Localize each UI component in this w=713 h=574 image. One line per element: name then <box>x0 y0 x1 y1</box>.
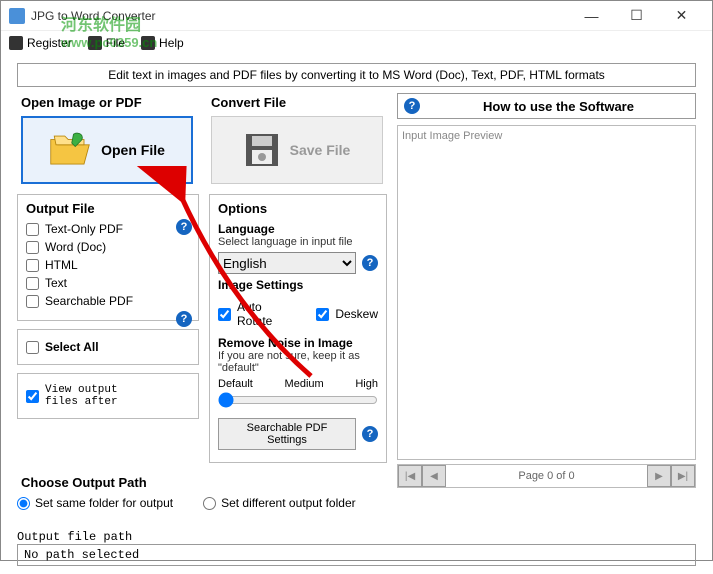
chk-text[interactable]: Text <box>26 276 190 290</box>
language-sub: Select language in input file <box>218 236 378 248</box>
slider-low: Default <box>218 378 253 390</box>
output-file-group: Output File ? Text-Only PDF Word (Doc) H… <box>17 194 199 321</box>
page-first-button[interactable]: |◀ <box>398 465 422 487</box>
view-after-group: View output files after <box>17 373 199 419</box>
open-file-button[interactable]: Open File <box>21 116 193 184</box>
slider-mid: Medium <box>285 378 324 390</box>
save-file-button[interactable]: Save File <box>211 116 383 184</box>
menu-file[interactable]: File <box>88 36 125 50</box>
slider-high: High <box>355 378 378 390</box>
language-label: Language <box>218 222 378 236</box>
options-title: Options <box>214 199 378 218</box>
chk-deskew[interactable]: Deskew <box>316 300 378 328</box>
page-next-button[interactable]: ▶ <box>647 465 671 487</box>
help-howto-icon: ? <box>404 98 420 114</box>
chk-view-after[interactable]: View output files after <box>26 384 190 408</box>
howto-button[interactable]: ? How to use the Software <box>397 93 696 119</box>
info-banner: Edit text in images and PDF files by con… <box>17 63 696 87</box>
help-searchable-icon[interactable]: ? <box>176 311 192 327</box>
radio-same-folder[interactable]: Set same folder for output <box>17 496 173 510</box>
select-all-group: Select All <box>17 329 199 365</box>
close-button[interactable]: ✕ <box>659 2 704 30</box>
page-indicator: Page 0 of 0 <box>446 470 647 482</box>
minimize-button[interactable]: — <box>569 2 614 30</box>
help-icon <box>141 36 155 50</box>
help-searchable-settings-icon[interactable]: ? <box>362 426 378 442</box>
chk-auto-rotate[interactable]: Auto Rotate <box>218 300 298 328</box>
preview-panel: Input Image Preview <box>397 125 696 460</box>
remove-noise-label: Remove Noise in Image <box>218 336 378 350</box>
searchable-pdf-settings-button[interactable]: Searchable PDF Settings <box>218 418 356 450</box>
app-icon <box>9 8 25 24</box>
page-last-button[interactable]: ▶| <box>671 465 695 487</box>
chk-select-all[interactable]: Select All <box>26 340 190 354</box>
open-image-title: Open Image or PDF <box>17 93 197 112</box>
output-path-value: No path selected <box>17 544 696 566</box>
menu-help[interactable]: Help <box>141 36 184 50</box>
register-icon <box>9 36 23 50</box>
window-title: JPG to Word Converter <box>31 9 569 23</box>
page-prev-button[interactable]: ◀ <box>422 465 446 487</box>
language-select[interactable]: English <box>218 252 356 274</box>
help-language-icon[interactable]: ? <box>362 255 378 271</box>
floppy-icon <box>244 132 280 168</box>
chk-searchable-pdf[interactable]: Searchable PDF <box>26 294 190 308</box>
chk-html[interactable]: HTML <box>26 258 190 272</box>
help-textonly-icon[interactable]: ? <box>176 219 192 235</box>
choose-path-title: Choose Output Path <box>17 473 387 492</box>
noise-slider[interactable] <box>218 392 378 408</box>
folder-open-icon <box>49 132 91 168</box>
output-path-label: Output file path <box>17 530 696 544</box>
file-icon <box>88 36 102 50</box>
options-group: Options Language Select language in inpu… <box>209 194 387 463</box>
menu-register[interactable]: Register <box>9 36 72 50</box>
remove-noise-sub: If you are not sure, keep it as "default… <box>218 350 378 374</box>
chk-word-doc[interactable]: Word (Doc) <box>26 240 190 254</box>
radio-diff-folder[interactable]: Set different output folder <box>203 496 356 510</box>
image-settings-label: Image Settings <box>218 278 378 292</box>
preview-title: Input Image Preview <box>402 130 502 142</box>
output-file-title: Output File <box>22 199 190 218</box>
pager: |◀ ◀ Page 0 of 0 ▶ ▶| <box>397 464 696 488</box>
convert-file-title: Convert File <box>207 93 387 112</box>
chk-text-only-pdf[interactable]: Text-Only PDF <box>26 222 190 236</box>
maximize-button[interactable]: ☐ <box>614 2 659 30</box>
